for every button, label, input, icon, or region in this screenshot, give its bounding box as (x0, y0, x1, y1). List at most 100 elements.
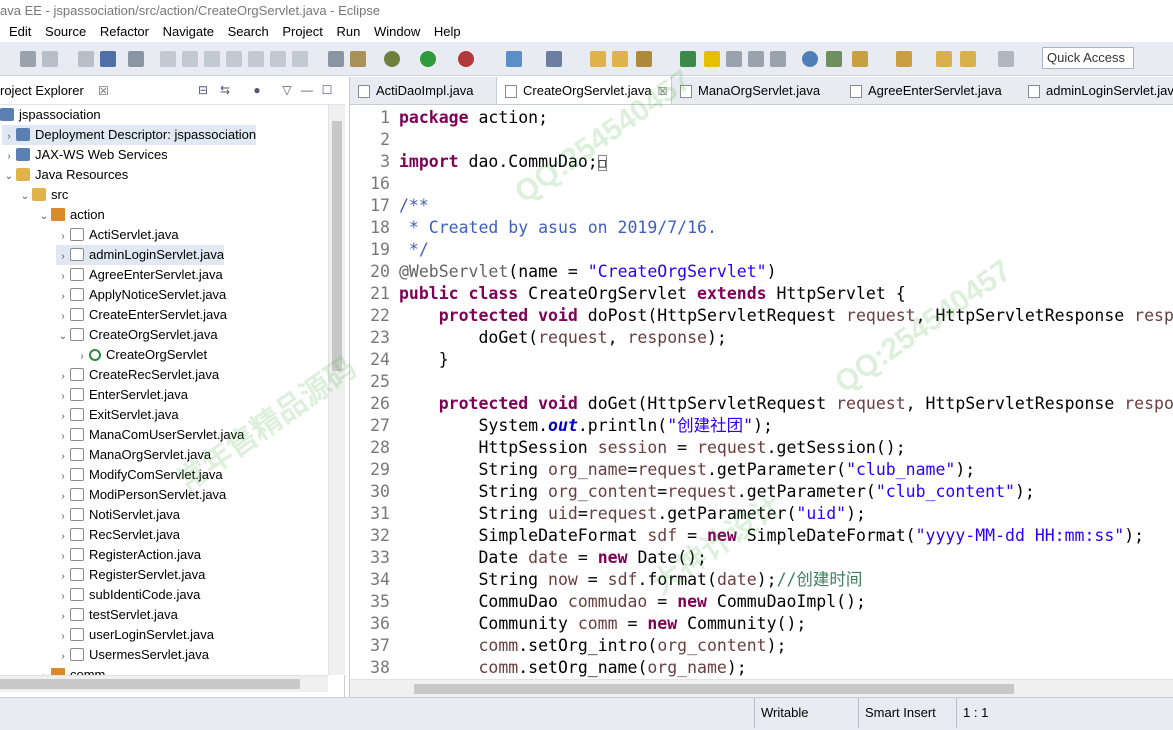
menu-edit[interactable]: Edit (9, 22, 31, 42)
tree-item[interactable]: › ModiPersonServlet.java (56, 485, 226, 505)
tree-item[interactable]: › userLoginServlet.java (56, 625, 214, 645)
tree-item[interactable]: ⌄ CreateOrgServlet.java (56, 325, 218, 345)
code-line[interactable]: public class CreateOrgServlet extends Ht… (399, 283, 906, 305)
save-all-icon[interactable] (42, 51, 58, 67)
chevron-right-icon[interactable]: › (56, 367, 70, 387)
code-line[interactable]: @WebServlet(name = "CreateOrgServlet") (399, 261, 777, 283)
back-icon[interactable] (936, 51, 952, 67)
tree-item[interactable]: › NotiServlet.java (56, 505, 180, 525)
chevron-right-icon[interactable]: › (56, 287, 70, 307)
terminate-icon[interactable] (204, 51, 220, 67)
editor-horizontal-scrollbar[interactable] (350, 679, 1173, 697)
menu-search[interactable]: Search (228, 22, 269, 42)
tree-item[interactable]: › subIdentiCode.java (56, 585, 200, 605)
previous-annotation-icon[interactable] (896, 51, 912, 67)
code-line[interactable]: * Created by asus on 2019/7/16. (399, 217, 717, 239)
tree-item[interactable]: › RegisterAction.java (56, 545, 201, 565)
tab-actidaoimpl[interactable]: ActiDaoImpl.java (350, 77, 496, 104)
tree-item[interactable]: › UsermesServlet.java (56, 645, 209, 665)
chevron-right-icon[interactable]: › (37, 667, 51, 675)
chevron-right-icon[interactable]: › (56, 547, 70, 567)
debug-icon[interactable] (384, 51, 400, 67)
step-over-icon[interactable] (270, 51, 286, 67)
toggle-highlight-icon[interactable] (704, 51, 720, 67)
tab-agreeenterservlet[interactable]: AgreeEnterServlet.java (842, 77, 1020, 104)
suspend-icon[interactable] (182, 51, 198, 67)
open-folder-icon[interactable] (612, 51, 628, 67)
chevron-right-icon[interactable]: › (56, 507, 70, 527)
code-line[interactable]: */ (399, 239, 429, 261)
search-icon[interactable] (636, 51, 652, 67)
pin-editor-icon[interactable] (826, 51, 842, 67)
chevron-right-icon[interactable]: › (56, 487, 70, 507)
tree-item[interactable]: › ModifyComServlet.java (56, 465, 222, 487)
code-line[interactable]: System.out.println("创建社团"); (399, 415, 773, 437)
tree-item[interactable]: › ExitServlet.java (56, 405, 178, 425)
code-line[interactable]: SimpleDateFormat sdf = new SimpleDateFor… (399, 525, 1144, 547)
chevron-right-icon[interactable]: › (56, 267, 70, 287)
new-java-class-icon[interactable] (546, 51, 562, 67)
step-return-icon[interactable] (292, 51, 308, 67)
open-task-icon[interactable] (350, 51, 366, 67)
code-line[interactable]: import dao.CommuDao;□ (399, 151, 607, 173)
save-icon[interactable] (20, 51, 36, 67)
code-line[interactable]: doGet(request, response); (399, 327, 726, 349)
tree-item[interactable]: › CreateEnterServlet.java (56, 305, 227, 325)
minimize-icon[interactable]: — (300, 83, 314, 97)
tab-manaorgservlet[interactable]: ManaOrgServlet.java (672, 77, 842, 104)
link-with-editor-icon[interactable]: ⇆ (218, 83, 232, 97)
scrollbar-thumb[interactable] (0, 679, 300, 689)
use-step-filters-icon[interactable] (328, 51, 344, 67)
tree-item[interactable]: ⌄ action (37, 205, 105, 225)
tree-item[interactable]: jspassociation (0, 105, 101, 125)
chevron-right-icon[interactable]: › (56, 607, 70, 627)
chevron-right-icon[interactable]: › (56, 647, 70, 667)
code-line[interactable]: /** (399, 195, 429, 217)
tree-item[interactable]: › EnterServlet.java (56, 385, 188, 405)
code-line[interactable]: package action; (399, 107, 548, 129)
code-line[interactable]: Date date = new Date(); (399, 547, 707, 569)
menu-help[interactable]: Help (434, 22, 461, 42)
code-line[interactable]: comm.setOrg_intro(org_content); (399, 635, 786, 657)
scrollbar-thumb[interactable] (414, 684, 1014, 694)
chevron-down-icon[interactable]: ⌄ (2, 167, 16, 187)
close-view-icon[interactable]: ☒ (98, 77, 109, 105)
maximize-icon[interactable]: ☐ (320, 83, 334, 97)
close-tab-icon[interactable]: ☒ (658, 86, 668, 98)
menu-source[interactable]: Source (45, 22, 86, 42)
forward-icon[interactable] (998, 51, 1014, 67)
chevron-down-icon[interactable]: ⌄ (56, 327, 70, 347)
explorer-vertical-scrollbar[interactable] (328, 105, 345, 675)
new-server-icon[interactable] (506, 51, 522, 67)
menu-navigate[interactable]: Navigate (163, 22, 214, 42)
tree-item[interactable]: › testServlet.java (56, 605, 178, 625)
tree-item[interactable]: › CreateOrgServlet (75, 345, 207, 365)
paragraph-icon[interactable] (770, 51, 786, 67)
tree-item[interactable]: › Deployment Descriptor: jspassociation (2, 125, 257, 145)
quick-access-field[interactable]: Quick Access (1042, 47, 1134, 69)
code-line[interactable]: HttpSession session = request.getSession… (399, 437, 905, 459)
code-line[interactable]: protected void doGet(HttpServletRequest … (399, 393, 1173, 415)
menu-project[interactable]: Project (282, 22, 322, 42)
chevron-right-icon[interactable]: › (56, 567, 70, 587)
chevron-right-icon[interactable]: › (56, 427, 70, 447)
chevron-right-icon[interactable]: › (56, 247, 70, 267)
menu-window[interactable]: Window (374, 22, 420, 42)
explorer-horizontal-scrollbar[interactable] (0, 675, 328, 692)
view-menu-icon[interactable]: ▽ (280, 83, 294, 97)
code-line[interactable]: } (399, 349, 449, 371)
tree-item[interactable]: › JAX-WS Web Services (2, 145, 167, 165)
code-line[interactable]: comm.setOrg_name(org_name); (399, 657, 746, 679)
chevron-right-icon[interactable]: › (56, 387, 70, 407)
chevron-right-icon[interactable]: › (56, 447, 70, 467)
code-line[interactable]: CommuDao commudao = new CommuDaoImpl(); (399, 591, 865, 613)
chevron-down-icon[interactable]: ⌄ (18, 187, 32, 207)
disconnect-icon[interactable] (226, 51, 242, 67)
tab-adminloginservlet[interactable]: adminLoginServlet.java (1020, 77, 1173, 104)
chevron-right-icon[interactable]: › (56, 467, 70, 487)
code-line[interactable]: protected void doPost(HttpServletRequest… (399, 305, 1173, 327)
chevron-right-icon[interactable]: › (56, 307, 70, 327)
step-into-icon[interactable] (248, 51, 264, 67)
code-line[interactable]: Community comm = new Community(); (399, 613, 806, 635)
chevron-right-icon[interactable]: › (75, 347, 89, 367)
